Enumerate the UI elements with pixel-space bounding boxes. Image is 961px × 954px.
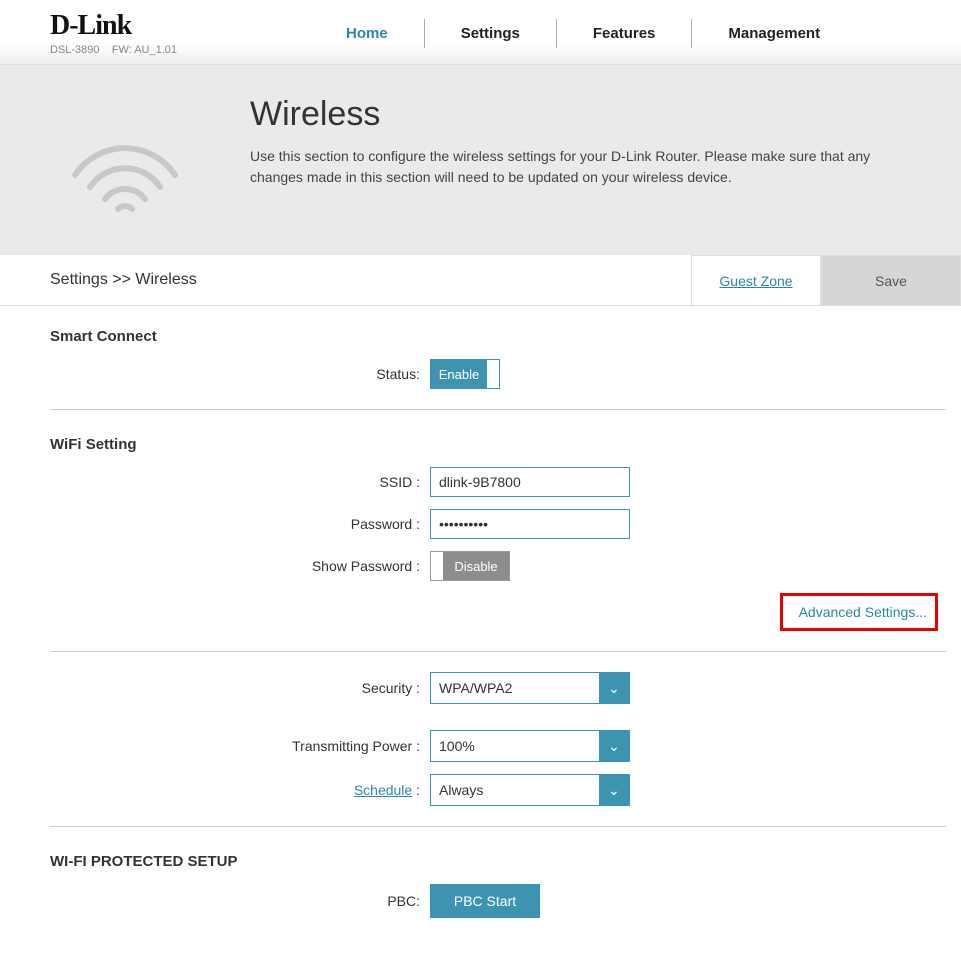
- show-password-toggle[interactable]: Disable: [430, 551, 510, 581]
- password-row: Password :: [50, 503, 946, 545]
- password-input[interactable]: [430, 509, 630, 539]
- smart-connect-title: Smart Connect: [50, 316, 946, 353]
- toggle-enable-label: Enable: [431, 360, 487, 388]
- breadcrumb: Settings >> Wireless: [0, 255, 691, 305]
- show-password-row: Show Password : Disable: [50, 545, 946, 587]
- page-title: Wireless: [250, 95, 921, 134]
- security-label: Security :: [50, 680, 430, 696]
- advanced-highlight: Advanced Settings...: [780, 593, 938, 631]
- model-label: DSL-3890: [50, 44, 100, 56]
- toggle-handle: [431, 552, 443, 580]
- divider: [50, 826, 946, 827]
- save-button[interactable]: Save: [821, 255, 961, 305]
- ssid-label: SSID :: [50, 474, 430, 490]
- tx-power-select[interactable]: 100% ⌄: [430, 730, 630, 762]
- security-select[interactable]: WPA/WPA2 ⌄: [430, 672, 630, 704]
- nav-management[interactable]: Management: [692, 19, 856, 48]
- main-nav: Home Settings Features Management: [310, 19, 856, 48]
- chevron-down-icon: ⌄: [599, 731, 629, 761]
- tx-power-label: Transmitting Power :: [50, 738, 430, 754]
- password-label: Password :: [50, 516, 430, 532]
- header-bar: D-Link DSL-3890 FW: AU_1.01 Home Setting…: [0, 0, 961, 65]
- logo-block: D-Link DSL-3890 FW: AU_1.01: [50, 10, 310, 56]
- brand-logo: D-Link: [50, 10, 310, 42]
- tx-power-value: 100%: [431, 731, 599, 761]
- ssid-row: SSID :: [50, 461, 946, 503]
- smart-connect-toggle[interactable]: Enable: [430, 359, 500, 389]
- schedule-select[interactable]: Always ⌄: [430, 774, 630, 806]
- toggle-handle: [487, 360, 499, 388]
- divider: [50, 409, 946, 410]
- toggle-disable-label: Disable: [443, 552, 509, 580]
- schedule-link[interactable]: Schedule: [354, 782, 412, 798]
- model-fw: DSL-3890 FW: AU_1.01: [50, 44, 310, 56]
- page-banner: Wireless Use this section to configure t…: [0, 65, 961, 255]
- page-desc: Use this section to configure the wirele…: [250, 146, 921, 188]
- banner-text: Wireless Use this section to configure t…: [250, 95, 961, 215]
- advanced-row: Advanced Settings...: [50, 587, 946, 637]
- guest-zone-link[interactable]: Guest Zone: [719, 273, 792, 289]
- breadcrumb-row: Settings >> Wireless Guest Zone Save: [0, 255, 961, 306]
- schedule-value: Always: [431, 775, 599, 805]
- status-label: Status:: [50, 366, 430, 382]
- advanced-settings-link[interactable]: Advanced Settings...: [799, 604, 927, 620]
- show-password-label: Show Password :: [50, 558, 430, 574]
- nav-home[interactable]: Home: [310, 19, 425, 48]
- security-row: Security : WPA/WPA2 ⌄: [50, 666, 946, 710]
- guest-zone-tab[interactable]: Guest Zone: [691, 255, 821, 305]
- nav-settings[interactable]: Settings: [425, 19, 557, 48]
- pbc-start-button[interactable]: PBC Start: [430, 884, 540, 918]
- tx-power-row: Transmitting Power : 100% ⌄: [50, 724, 946, 768]
- ssid-input[interactable]: [430, 467, 630, 497]
- schedule-row: Schedule : Always ⌄: [50, 768, 946, 812]
- wifi-setting-title: WiFi Setting: [50, 424, 946, 461]
- chevron-down-icon: ⌄: [599, 775, 629, 805]
- pbc-row: PBC: PBC Start: [50, 878, 946, 924]
- divider: [50, 651, 946, 652]
- wps-title: WI-FI PROTECTED SETUP: [50, 841, 946, 878]
- wifi-icon: [0, 95, 250, 215]
- fw-label: FW: AU_1.01: [112, 44, 177, 56]
- save-label: Save: [875, 273, 907, 289]
- schedule-label: Schedule :: [50, 782, 430, 798]
- pbc-label: PBC:: [50, 893, 430, 909]
- security-value: WPA/WPA2: [431, 673, 599, 703]
- nav-features[interactable]: Features: [557, 19, 693, 48]
- status-row: Status: Enable: [50, 353, 946, 395]
- chevron-down-icon: ⌄: [599, 673, 629, 703]
